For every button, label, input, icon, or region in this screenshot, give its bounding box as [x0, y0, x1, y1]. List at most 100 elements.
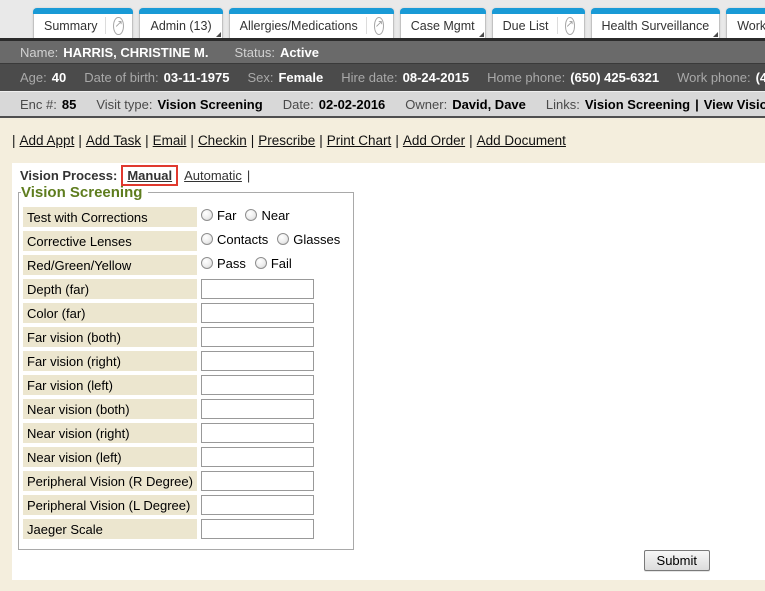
action-links-separator: | [469, 133, 473, 148]
action-links-separator: | [145, 133, 149, 148]
field-label: Visit type: [96, 97, 152, 112]
action-links-separator: | [190, 133, 194, 148]
field-label: Work phone: [677, 70, 750, 85]
text-input-near-vision-right[interactable] [201, 423, 314, 443]
radio-option-label: Fail [271, 256, 292, 271]
row-label: Depth (far) [23, 279, 197, 299]
radio-option-fail[interactable]: Fail [255, 256, 292, 271]
tab-label: Admin (13) [150, 15, 211, 33]
field-label: Owner: [405, 97, 447, 112]
encounter-link-vision-screening[interactable]: Vision Screening [585, 97, 690, 112]
radio-option-label: Near [261, 208, 289, 223]
field-value: 40 [52, 70, 66, 85]
text-input-far-vision-right[interactable] [201, 351, 314, 371]
action-links-separator: | [251, 133, 255, 148]
radio-option-glasses[interactable]: Glasses [277, 232, 340, 247]
action-links-separator: | [12, 133, 16, 148]
radio-option-far[interactable]: Far [201, 208, 237, 223]
popout-icon[interactable] [105, 17, 122, 34]
form-row-near-vision-both: Near vision (both) [23, 399, 349, 419]
vision-process-option-automatic[interactable]: Automatic [184, 168, 242, 183]
row-label: Far vision (both) [23, 327, 197, 347]
action-links-separator: | [319, 133, 323, 148]
action-link-add-order[interactable]: Add Order [403, 133, 465, 148]
text-input-peripheral-vision-r-degree[interactable] [201, 471, 314, 491]
patient-demographics-bar: Age:40Date of birth:03-11-1975Sex:Female… [0, 63, 765, 91]
row-label: Far vision (right) [23, 351, 197, 371]
vision-process-option-manual[interactable]: Manual [121, 165, 178, 186]
text-input-far-vision-left[interactable] [201, 375, 314, 395]
field-label: Name: [20, 45, 58, 60]
row-value [199, 351, 349, 371]
tab-due-list[interactable]: Due List [492, 8, 585, 38]
encounter-bar: Enc #:85Visit type:Vision ScreeningDate:… [0, 91, 765, 118]
vision-screening-fieldset: Vision Screening Test with CorrectionsFa… [18, 184, 354, 550]
field-label: Sex: [247, 70, 273, 85]
field-value: 85 [62, 97, 76, 112]
popout-icon[interactable] [366, 17, 383, 34]
content-panel: Vision Process:ManualAutomatic| Vision S… [12, 163, 765, 580]
tab-case-mgmt[interactable]: Case Mgmt [400, 8, 486, 38]
form-row-far-vision-both: Far vision (both) [23, 327, 349, 347]
row-value [199, 519, 349, 539]
radio-button-icon[interactable] [201, 233, 213, 245]
row-label: Far vision (left) [23, 375, 197, 395]
form-row-near-vision-left: Near vision (left) [23, 447, 349, 467]
text-input-near-vision-left[interactable] [201, 447, 314, 467]
radio-button-icon[interactable] [277, 233, 289, 245]
submit-button[interactable]: Submit [644, 550, 710, 571]
row-value [199, 423, 349, 443]
tab-allergies-medications[interactable]: Allergies/Medications [229, 8, 394, 38]
dropdown-corner-icon [713, 32, 718, 37]
field-value: 08-24-2015 [403, 70, 470, 85]
action-link-add-document[interactable]: Add Document [477, 133, 566, 148]
tab-row: Summary Admin (13) Allergies/Medications Ca… [33, 8, 765, 38]
popout-icon[interactable] [557, 17, 574, 34]
form-row-near-vision-right: Near vision (right) [23, 423, 349, 443]
radio-button-icon[interactable] [201, 257, 213, 269]
row-value: Pass Fail [199, 255, 349, 275]
form-row-corrective-lenses: Corrective LensesContactsGlasses [23, 231, 349, 251]
field-value: (407) 939 [756, 70, 765, 85]
radio-button-icon[interactable] [255, 257, 267, 269]
radio-button-icon[interactable] [201, 209, 213, 221]
row-label: Test with Corrections [23, 207, 197, 227]
radio-option-label: Glasses [293, 232, 340, 247]
action-link-add-task[interactable]: Add Task [86, 133, 141, 148]
row-value [199, 447, 349, 467]
text-input-near-vision-both[interactable] [201, 399, 314, 419]
field-value: David, Dave [452, 97, 526, 112]
vision-screening-table: Test with CorrectionsFarNearCorrective L… [21, 203, 351, 543]
text-input-jaeger-scale[interactable] [201, 519, 314, 539]
radio-option-near[interactable]: Near [245, 208, 289, 223]
form-row-far-vision-right: Far vision (right) [23, 351, 349, 371]
form-row-color-far: Color (far) [23, 303, 349, 323]
tab-admin-13[interactable]: Admin (13) [139, 8, 222, 38]
action-link-checkin[interactable]: Checkin [198, 133, 247, 148]
radio-option-contacts[interactable]: Contacts [201, 232, 268, 247]
tab-label: Case Mgmt [411, 15, 475, 33]
text-input-color-far[interactable] [201, 303, 314, 323]
radio-button-icon[interactable] [245, 209, 257, 221]
vision-process-row: Vision Process:ManualAutomatic| [12, 163, 765, 183]
tab-label: Summary [44, 15, 97, 33]
form-row-peripheral-vision-l-degree: Peripheral Vision (L Degree) [23, 495, 349, 515]
action-link-print-chart[interactable]: Print Chart [327, 133, 392, 148]
tab-health-surveillance[interactable]: Health Surveillance [591, 8, 721, 38]
text-input-depth-far[interactable] [201, 279, 314, 299]
text-input-far-vision-both[interactable] [201, 327, 314, 347]
field-value: 03-11-1975 [164, 70, 230, 85]
encounter-link-view-vision-screening[interactable]: View Vision Screening [704, 97, 765, 112]
radio-option-pass[interactable]: Pass [201, 256, 246, 271]
tab-summary[interactable]: Summary [33, 8, 133, 38]
action-link-prescribe[interactable]: Prescribe [258, 133, 315, 148]
field-label: Hire date: [341, 70, 397, 85]
app-window: Summary Admin (13) Allergies/Medications Ca… [0, 0, 765, 591]
text-input-peripheral-vision-l-degree[interactable] [201, 495, 314, 515]
field-value: HARRIS, CHRISTINE M. [63, 45, 208, 60]
action-link-add-appt[interactable]: Add Appt [20, 133, 75, 148]
action-link-email[interactable]: Email [153, 133, 187, 148]
row-label: Peripheral Vision (L Degree) [23, 495, 197, 515]
radio-option-label: Pass [217, 256, 246, 271]
tab-work-status[interactable]: Work Status [726, 8, 765, 38]
